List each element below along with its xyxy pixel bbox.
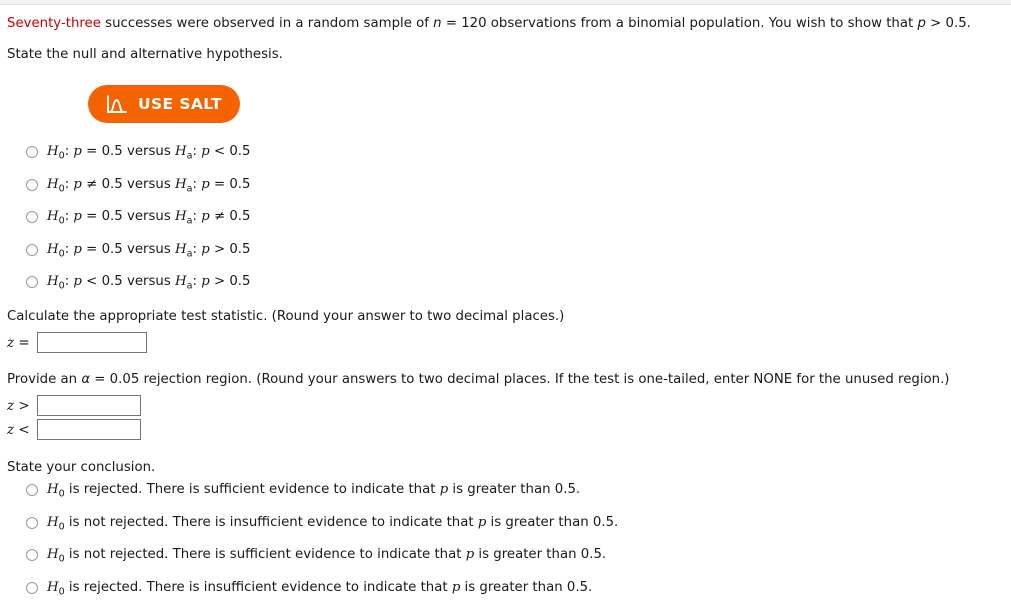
radio-icon[interactable] [26,582,38,594]
radio-icon[interactable] [26,549,38,561]
use-salt-button[interactable]: USE SALT [88,85,240,123]
test-statistic-instruction: Calculate the appropriate test statistic… [7,309,565,324]
conclusion-option-1[interactable]: H0 is rejected. There is sufficient evid… [26,481,580,500]
radio-icon[interactable] [26,517,38,529]
distribution-curve-icon [106,95,127,114]
hypothesis-option-3[interactable]: H0: p = 0.5 versus Ha: p ≠ 0.5 [26,208,251,227]
rejection-region-upper-input[interactable] [36,395,141,416]
hypothesis-option-1[interactable]: H0: p = 0.5 versus Ha: p < 0.5 [26,143,251,162]
conclusion-option-2[interactable]: H0 is not rejected. There is insufficien… [26,514,618,533]
prompt-part-1: successes were observed in a random samp… [100,16,434,31]
test-statistic-input[interactable] [36,332,147,353]
conclusion-option-4-label: H0 is rejected. There is insufficient ev… [47,580,593,598]
hypothesis-option-5[interactable]: H0: p < 0.5 versus Ha: p > 0.5 [26,273,251,292]
rejection-region-lower-input[interactable] [36,419,141,440]
question-prompt: Seventy-three successes were observed in… [7,15,971,33]
radio-icon[interactable] [26,211,38,223]
test-statistic-label: z = [7,334,30,351]
top-divider-bar [0,0,1011,5]
conclusion-option-4[interactable]: H0 is rejected. There is insufficient ev… [26,579,592,598]
rejection-region-lower-row: z < [7,419,141,440]
conclusion-option-3[interactable]: H0 is not rejected. There is sufficient … [26,546,606,565]
sample-size-symbol: n [433,16,442,31]
prompt-part-2: = 120 observations from a binomial popul… [441,16,918,31]
alpha-symbol: α [81,372,91,387]
hypothesis-option-4-label: H0: p = 0.5 versus Ha: p > 0.5 [47,242,251,260]
hypothesis-option-2[interactable]: H0: p ≠ 0.5 versus Ha: p = 0.5 [26,176,251,195]
emphasis-text: Seventy-three [7,16,101,31]
conclusion-option-2-label: H0 is not rejected. There is insufficien… [47,515,619,533]
hypothesis-option-4[interactable]: H0: p = 0.5 versus Ha: p > 0.5 [26,241,251,260]
radio-icon[interactable] [26,484,38,496]
conclusion-instruction: State your conclusion. [7,460,156,475]
rejection-region-lower-label: z < [7,421,30,438]
salt-button-label: USE SALT [138,95,222,113]
hypothesis-option-1-label: H0: p = 0.5 versus Ha: p < 0.5 [47,144,251,162]
proportion-symbol: p [917,16,926,31]
radio-icon[interactable] [26,276,38,288]
test-statistic-row: z = [7,332,147,353]
hypothesis-option-2-label: H0: p ≠ 0.5 versus Ha: p = 0.5 [47,177,251,195]
hypothesis-option-3-label: H0: p = 0.5 versus Ha: p ≠ 0.5 [47,209,251,227]
hypothesis-option-5-label: H0: p < 0.5 versus Ha: p > 0.5 [47,274,251,292]
conclusion-option-3-label: H0 is not rejected. There is sufficient … [47,547,607,565]
state-hypothesis-instruction: State the null and alternative hypothesi… [7,47,283,62]
radio-icon[interactable] [26,146,38,158]
rejection-region-upper-row: z > [7,395,141,416]
radio-icon[interactable] [26,179,38,191]
conclusion-option-1-label: H0 is rejected. There is sufficient evid… [47,482,581,500]
rejection-region-instruction: Provide an α = 0.05 rejection region. (R… [7,372,950,387]
radio-icon[interactable] [26,244,38,256]
rejection-region-upper-label: z > [7,397,30,414]
prompt-part-3: > 0.5. [925,16,971,31]
